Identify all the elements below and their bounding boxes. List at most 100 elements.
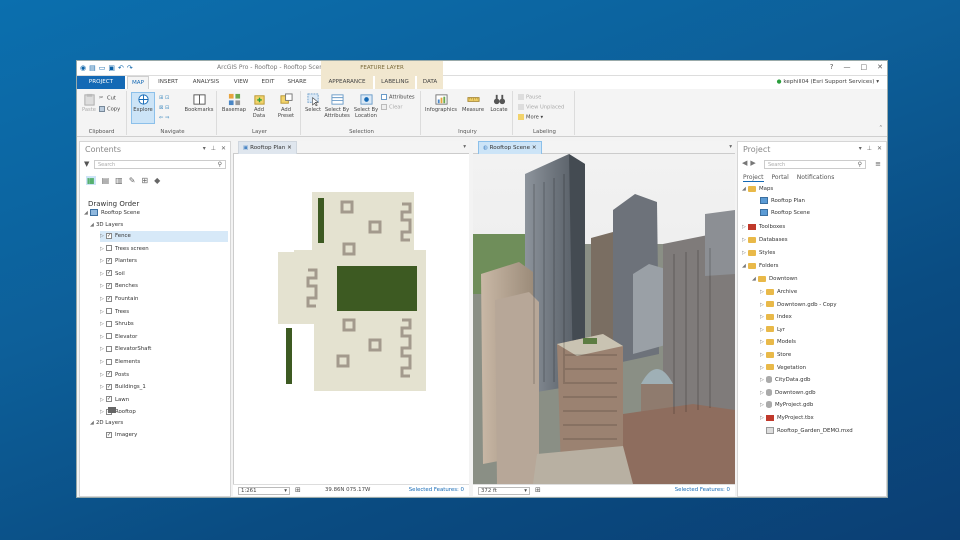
layer-row[interactable]: ▷ ✓ Posts	[100, 370, 228, 381]
close-button[interactable]: ✕	[877, 63, 883, 71]
full-extent-icon[interactable]: ⊞ ⊡	[159, 95, 169, 101]
downtown-folder[interactable]: ◢ Downtown	[752, 274, 798, 285]
layer-row[interactable]: ▷ ✓ Lawn	[100, 395, 228, 406]
downtown-item[interactable]: ▷ Archive	[760, 287, 797, 298]
tab-insert[interactable]: INSERT	[153, 76, 183, 89]
downtown-item[interactable]: Rooftop_Garden_DEMO.mxd	[760, 426, 853, 437]
basemap-button[interactable]: Basemap	[221, 93, 247, 113]
list-by-editing-icon[interactable]: ✎	[129, 176, 136, 185]
layer-visibility-checkbox[interactable]	[106, 358, 112, 365]
plan-scale-input[interactable]: 1:261 ▾	[238, 487, 290, 495]
layer-visibility-checkbox[interactable]: ✓	[106, 396, 112, 403]
layer-row[interactable]: ▷ ElevatorShaft	[100, 344, 228, 355]
group-3d-layers[interactable]: ◢ 3D Layers	[90, 220, 123, 231]
layer-visibility-checkbox[interactable]: ✓	[106, 431, 112, 438]
layer-row[interactable]: ▷ ✓ Planters	[100, 256, 228, 267]
layer-row[interactable]: ▷ Trees	[100, 307, 228, 318]
pane-menu-icon[interactable]: ▾	[859, 145, 862, 152]
toolboxes-node[interactable]: ▷ Toolboxes	[742, 222, 785, 233]
locate-button[interactable]: Locate	[487, 93, 511, 113]
tab-data[interactable]: DATA	[417, 76, 443, 89]
layer-row[interactable]: ▷ ✓ Fountain	[100, 294, 228, 305]
tab-overflow-icon[interactable]: ▾	[729, 141, 732, 154]
new-project-icon[interactable]: ▤	[89, 64, 96, 72]
scene-scale-input[interactable]: 372 ft ▾	[478, 487, 530, 495]
measure-button[interactable]: Measure	[459, 93, 487, 113]
add-preset-button[interactable]: Add Preset	[273, 93, 299, 119]
subtab-notifications[interactable]: Notifications	[797, 174, 835, 182]
rooftop-scene-3d-view[interactable]	[473, 154, 735, 484]
paste-button[interactable]: Paste	[79, 93, 99, 113]
select-button[interactable]: Select	[303, 93, 323, 113]
tab-edit[interactable]: EDIT	[257, 76, 279, 89]
layer-row[interactable]: ▷ ✓ Buildings_1	[100, 382, 228, 393]
layer-row[interactable]: ▷ Elements	[100, 357, 228, 368]
downtown-item[interactable]: ▷ MyProject.gdb	[760, 400, 813, 411]
downtown-item[interactable]: ▷ Lyr	[760, 325, 785, 336]
tab-appearance[interactable]: APPEARANCE	[321, 76, 373, 89]
layer-visibility-checkbox[interactable]: ✓	[106, 371, 112, 378]
list-by-labeling-icon[interactable]: ◆	[154, 176, 160, 185]
redo-icon[interactable]: ↷	[127, 64, 133, 72]
layer-row[interactable]: ▷ ✓ Soil	[100, 269, 228, 280]
infographics-button[interactable]: Infographics	[425, 93, 457, 113]
minimize-button[interactable]: —	[844, 63, 851, 71]
downtown-item[interactable]: ▷ MyProject.tbx	[760, 413, 814, 424]
bookmarks-button[interactable]: Bookmarks	[183, 93, 215, 113]
styles-node[interactable]: ▷ Styles	[742, 248, 775, 259]
tab-labeling[interactable]: LABELING	[375, 76, 415, 89]
close-pane-icon[interactable]: ✕	[877, 145, 882, 152]
close-tab-icon[interactable]: ✕	[532, 145, 537, 151]
tab-analysis[interactable]: ANALYSIS	[187, 76, 225, 89]
back-icon[interactable]: ◀	[742, 159, 747, 167]
select-by-attributes-button[interactable]: Select By Attributes	[323, 93, 351, 119]
project-search-input[interactable]: Search ⚲	[764, 160, 866, 169]
plan-selected-features[interactable]: Selected Features: 0	[409, 487, 464, 493]
list-by-snapping-icon[interactable]: ⊞	[141, 176, 148, 185]
layout-icon[interactable]: ⊞	[295, 486, 301, 494]
list-by-source-icon[interactable]: ▤	[102, 176, 110, 185]
hamburger-menu-icon[interactable]: ≡	[875, 160, 881, 168]
save-icon[interactable]: ▣	[108, 64, 115, 72]
collapse-ribbon-icon[interactable]: ⌃	[879, 125, 883, 131]
layer-visibility-checkbox[interactable]: ✓	[106, 383, 112, 390]
undo-icon[interactable]: ↶	[118, 64, 124, 72]
tab-view[interactable]: VIEW	[229, 76, 253, 89]
pane-menu-icon[interactable]: ▾	[203, 145, 206, 152]
tab-map[interactable]: MAP	[127, 76, 149, 89]
folders-node[interactable]: ◢ Folders	[742, 261, 778, 272]
maximize-button[interactable]: □	[861, 63, 868, 71]
filter-icon[interactable]: ▼	[84, 160, 89, 168]
group-2d-layers[interactable]: ◢ 2D Layers	[90, 418, 123, 429]
close-tab-icon[interactable]: ✕	[287, 145, 292, 151]
layer-row[interactable]: ▷ Elevator	[100, 332, 228, 343]
layer-row[interactable]: ▷✓Rooftop	[100, 407, 228, 418]
layout-icon[interactable]: ⊞	[535, 486, 541, 494]
pin-icon[interactable]: ⊥	[211, 145, 216, 152]
rooftop-plan-map[interactable]	[233, 154, 469, 484]
select-by-location-button[interactable]: Select By Location	[351, 93, 381, 119]
list-by-drawing-order-icon[interactable]: ▦	[86, 176, 96, 185]
layer-visibility-checkbox[interactable]: ✓	[106, 282, 112, 289]
view-unplaced-button[interactable]: View Unplaced	[518, 104, 564, 111]
contents-search-input[interactable]: Search ⚲	[94, 160, 226, 169]
layer-row[interactable]: ▷ Shrubs	[100, 319, 228, 330]
downtown-item[interactable]: ▷ Index	[760, 312, 792, 323]
copy-button[interactable]: Copy	[99, 106, 120, 113]
close-pane-icon[interactable]: ✕	[221, 145, 226, 152]
explore-button[interactable]: Explore	[131, 92, 155, 124]
tab-project[interactable]: PROJECT	[77, 76, 125, 89]
layer-visibility-checkbox[interactable]: ✓	[106, 257, 112, 264]
layer-visibility-checkbox[interactable]	[106, 320, 112, 327]
layer-visibility-checkbox[interactable]	[106, 345, 112, 352]
layer-visibility-checkbox[interactable]	[106, 308, 112, 315]
previous-next-extent-icon[interactable]: ⇐ ⇒	[159, 115, 169, 121]
layer-visibility-checkbox[interactable]	[106, 245, 112, 252]
scene-selected-features[interactable]: Selected Features: 0	[675, 487, 730, 493]
subtab-project[interactable]: Project	[743, 174, 764, 182]
cut-button[interactable]: ✂ Cut	[99, 95, 116, 102]
open-icon[interactable]: ▭	[99, 64, 106, 72]
layer-visibility-checkbox[interactable]: ✓	[106, 295, 112, 302]
downtown-item[interactable]: ▷ Downtown.gdb	[760, 388, 816, 399]
downtown-item[interactable]: ▷ Downtown.gdb - Copy	[760, 300, 837, 311]
